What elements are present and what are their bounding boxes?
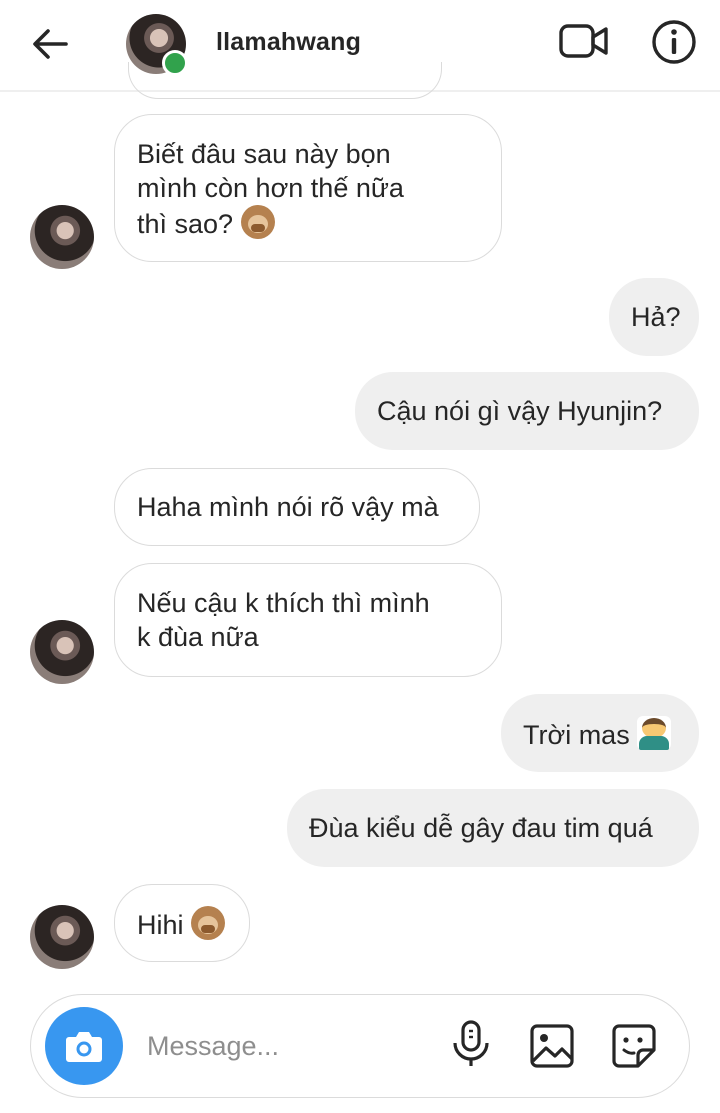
video-camera-icon [559, 24, 608, 58]
previous-message-bubble [128, 62, 442, 99]
gallery-button[interactable] [529, 1023, 575, 1069]
message-text: Cậu nói gì vậy Hyunjin? [377, 396, 663, 426]
gallery-icon [530, 1024, 574, 1068]
sender-avatar[interactable] [30, 620, 94, 684]
outgoing-message[interactable]: Cậu nói gì vậy Hyunjin? [355, 372, 699, 450]
message-text: Hả? [631, 302, 681, 332]
camera-button[interactable] [45, 1007, 123, 1085]
sender-avatar[interactable] [30, 905, 94, 969]
see-no-evil-monkey-icon [191, 906, 226, 940]
info-button[interactable] [650, 18, 698, 66]
message-text: Đùa kiểu dễ gây đau tim quá [309, 813, 653, 843]
voice-message-button[interactable] [449, 1019, 493, 1069]
camera-icon [66, 1032, 102, 1062]
message-line: Biết đâu sau này bọn [137, 139, 391, 169]
microphone-icon [453, 1020, 489, 1066]
back-button[interactable] [26, 22, 74, 66]
message-text: Hihi [137, 910, 192, 940]
sticker-button[interactable] [611, 1023, 657, 1069]
sender-avatar[interactable] [30, 205, 94, 269]
incoming-message[interactable]: Hihi [114, 884, 250, 962]
message-line-text: thì sao? [137, 209, 241, 239]
outgoing-message[interactable]: Hả? [609, 278, 699, 356]
message-line: thì sao? [137, 205, 479, 241]
message-text: Haha mình nói rõ vậy mà [137, 492, 439, 522]
message-line: k đùa nữa [137, 622, 259, 652]
contact-username[interactable]: llamahwang [216, 28, 361, 57]
back-arrow-icon [33, 29, 68, 59]
sticker-icon [612, 1024, 656, 1068]
outgoing-message[interactable]: Trời mas [501, 694, 699, 772]
incoming-message[interactable]: Nếu cậu k thích thì mình k đùa nữa [114, 563, 502, 677]
see-no-evil-monkey-icon [240, 205, 275, 239]
message-line: mình còn hơn thế nữa [137, 173, 404, 203]
video-call-button[interactable] [558, 20, 610, 64]
man-facepalming-icon [637, 716, 672, 750]
outgoing-message[interactable]: Đùa kiểu dễ gây đau tim quá [287, 789, 699, 867]
incoming-message[interactable]: Biết đâu sau này bọn mình còn hơn thế nữ… [114, 114, 502, 262]
message-input[interactable] [145, 1023, 429, 1069]
message-line: Nếu cậu k thích thì mình [137, 588, 430, 618]
message-text: Trời mas [523, 720, 638, 750]
incoming-message[interactable]: Haha mình nói rõ vậy mà [114, 468, 480, 546]
info-icon [652, 20, 696, 64]
message-composer [30, 994, 690, 1098]
